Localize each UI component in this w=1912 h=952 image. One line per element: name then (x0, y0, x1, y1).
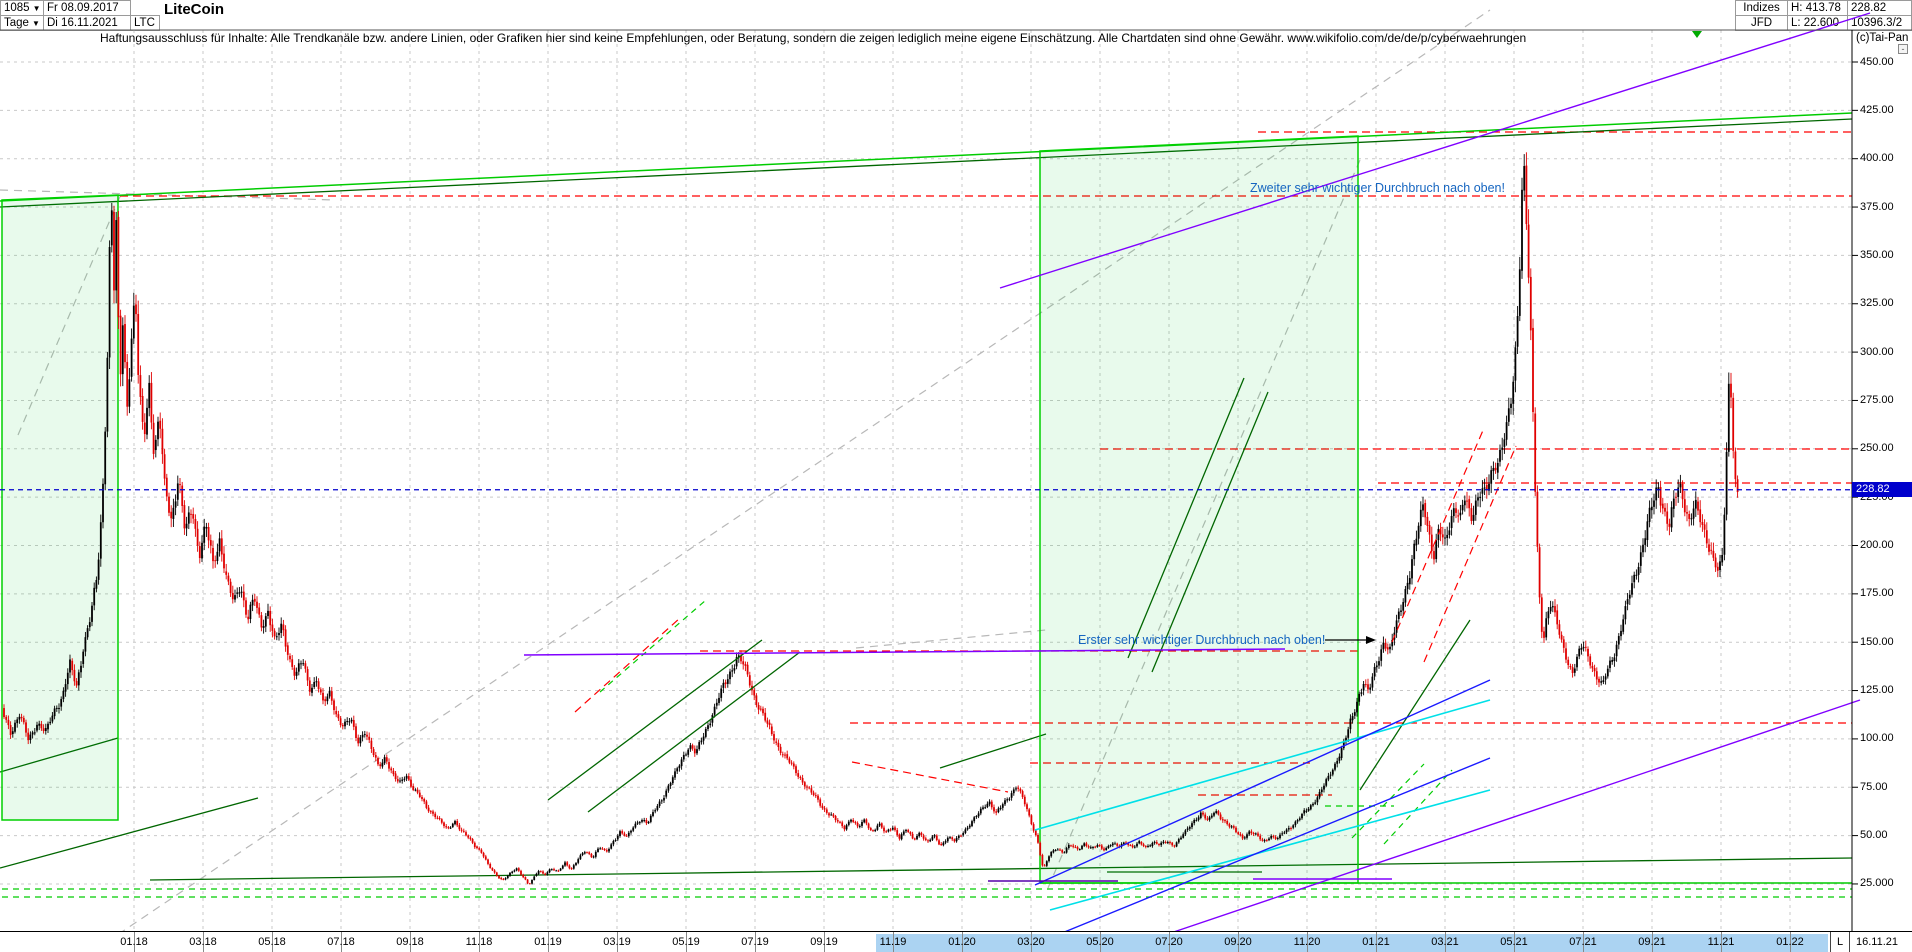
trend-line (1384, 770, 1452, 844)
time-tick-label: 11.21 (1708, 936, 1735, 948)
marker-triangle-icon (1692, 31, 1702, 38)
time-tick-label: 11.18 (466, 936, 493, 948)
trend-line (856, 630, 1046, 648)
price-tick-label: 450.00 (1860, 56, 1894, 68)
time-tick-label: 07.19 (741, 936, 769, 948)
price-tick-label: 125.00 (1860, 684, 1894, 696)
time-tick-label: 11.20 (1294, 936, 1321, 948)
collapse-icon[interactable]: - (1898, 44, 1908, 54)
time-tick-label: 01.18 (120, 936, 148, 948)
time-tick-label: 03.19 (603, 936, 631, 948)
price-tick-label: 275.00 (1860, 394, 1894, 406)
price-tick-label: 175.00 (1860, 587, 1894, 599)
price-tick-label: 375.00 (1860, 201, 1894, 213)
time-tick-label: 07.21 (1569, 936, 1597, 948)
time-tick-label: 03.18 (189, 936, 217, 948)
annotation-arrowhead (1366, 636, 1376, 644)
time-tick-label: 09.19 (810, 936, 838, 948)
price-tick-label: 350.00 (1860, 249, 1894, 261)
price-tick-label: 400.00 (1860, 152, 1894, 164)
price-chart-canvas[interactable] (0, 0, 1912, 952)
price-tick-label: 100.00 (1860, 732, 1894, 744)
trend-line (600, 600, 706, 692)
trend-line (548, 640, 762, 800)
current-price-badge: 228.82 (1852, 482, 1912, 497)
time-tick-label: 09.20 (1224, 936, 1252, 948)
time-tick-label: 09.18 (396, 936, 424, 948)
watermark-copyright: (c)Tai-Pan (1856, 32, 1908, 44)
time-tick-label: 07.18 (327, 936, 355, 948)
consolidation-box (1040, 136, 1358, 883)
price-tick-label: 25.000 (1860, 877, 1894, 889)
annotation-zweiter-durchbruch: Zweiter sehr wichtiger Durchbruch nach o… (1250, 181, 1505, 195)
time-tick-label: 11.19 (880, 936, 907, 948)
time-tick-label: 07.20 (1155, 936, 1183, 948)
trend-line (150, 858, 1852, 880)
time-tick-label: 05.19 (672, 936, 700, 948)
trend-line (0, 113, 1852, 201)
time-tick-label: 05.20 (1086, 936, 1114, 948)
time-tick-label: 05.21 (1500, 936, 1528, 948)
price-tick-label: 250.00 (1860, 442, 1894, 454)
time-tick-label: 05.18 (258, 936, 286, 948)
trend-line (1424, 446, 1516, 662)
price-tick-label: 300.00 (1860, 346, 1894, 358)
trend-line (575, 618, 680, 712)
time-tick-label: 01.19 (534, 936, 562, 948)
trend-line (0, 119, 1852, 207)
time-tick-label: 09.21 (1638, 936, 1666, 948)
price-tick-label: 50.00 (1860, 829, 1888, 841)
trend-line (588, 652, 800, 812)
time-tick-label: 03.20 (1017, 936, 1045, 948)
time-axis: 01.18 03.18 05.18 07.18 09.18 11.18 01.19 03.19… (0, 931, 1912, 952)
price-tick-label: 75.00 (1860, 781, 1888, 793)
time-tick-label: 01.21 (1362, 936, 1390, 948)
candle-series (3, 152, 1738, 884)
time-tick-label: 01.22 (1776, 936, 1804, 948)
disclaimer-text: Haftungsausschluss für Inhalte: Alle Tre… (100, 31, 1526, 45)
time-tick-label: 01.20 (948, 936, 976, 948)
price-tick-label: 425.00 (1860, 104, 1894, 116)
time-tick-label: 03.21 (1431, 936, 1459, 948)
axis-l-cell: L (1830, 932, 1850, 952)
annotation-erster-durchbruch: Erster sehr wichtiger Durchbruch nach ob… (1078, 633, 1325, 647)
price-tick-label: 325.00 (1860, 297, 1894, 309)
consolidation-box (2, 195, 118, 820)
axis-end-date: 16.11.21 (1856, 936, 1898, 948)
price-tick-label: 200.00 (1860, 539, 1894, 551)
taipan-chart-window: 1085▼ Fr 08.09.2017 Tage▼ Di 16.11.2021 … (0, 0, 1912, 952)
price-tick-label: 150.00 (1860, 636, 1894, 648)
trend-line (1352, 764, 1424, 838)
